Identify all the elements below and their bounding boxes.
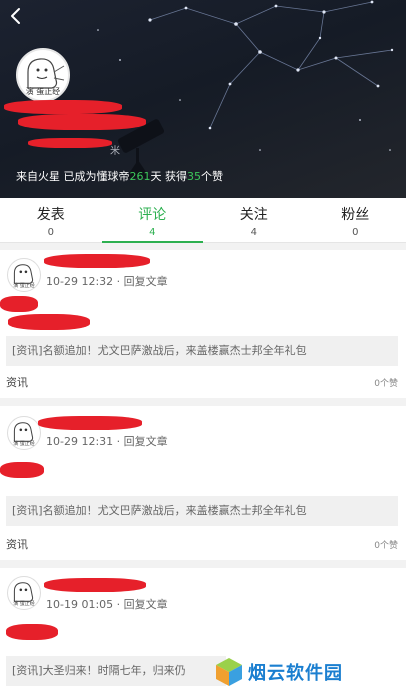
stats-prefix: 来自火星 已成为懂球帝	[16, 170, 130, 183]
redacted-comment-text	[6, 624, 58, 640]
tab-label: 发表	[36, 207, 65, 223]
avatar[interactable]: 演 蛋正经	[7, 416, 41, 450]
redacted-username	[44, 254, 150, 268]
avatar-caption: 演 蛋正经	[13, 441, 35, 447]
avatar-caption: 演 蛋正经	[13, 283, 35, 289]
tab-count: 4	[149, 227, 156, 238]
redacted-comment-text	[0, 296, 38, 312]
comment-card[interactable]: 演 蛋正经 10-29 12:31 · 回复文章 [资讯]名额追加！尤文巴萨激战…	[0, 406, 406, 560]
article-preview[interactable]: [资讯]名额追加！尤文巴萨激战后，来盖楼赢杰士邦全年礼包	[6, 496, 398, 526]
likes-count: 35	[187, 170, 201, 183]
redacted-username	[18, 114, 146, 130]
avatar[interactable]: 演 蛋正经	[7, 576, 41, 610]
tab-following[interactable]: 关注 4	[203, 198, 305, 242]
article-preview[interactable]: [资讯]大圣归来！时隔七年，归来仍	[6, 656, 226, 686]
tab-followers[interactable]: 粉丝 0	[305, 198, 406, 242]
article-preview[interactable]: [资讯]名额追加！尤文巴萨激战后，来盖楼赢杰士邦全年礼包	[6, 336, 398, 366]
profile-tabs: 发表 0 评论 4 关注 4 粉丝 0	[0, 198, 406, 243]
tab-label: 粉丝	[341, 207, 370, 223]
comment-meta: 10-29 12:32 · 回复文章	[46, 275, 168, 288]
likes-unit: 个赞	[201, 170, 223, 183]
comment-meta: 10-29 12:31 · 回复文章	[46, 435, 168, 448]
reply-article-link[interactable]: 回复文章	[124, 275, 168, 288]
days-count: 261	[129, 170, 151, 183]
avatar-caption: 演 蛋正经	[13, 601, 35, 607]
tab-count: 4	[250, 227, 257, 238]
watermark-text: 烟云软件园	[248, 663, 343, 684]
watermark: 烟云软件园	[214, 652, 400, 692]
days-unit: 天 获得	[150, 170, 188, 183]
tab-label: 评论	[138, 207, 167, 223]
redacted-comment-text	[0, 462, 44, 478]
header-tail-text: 米	[110, 146, 120, 157]
redacted-comment-text	[8, 314, 90, 330]
chevron-left-icon[interactable]	[6, 6, 26, 26]
tab-comments[interactable]: 评论 4	[101, 198, 204, 243]
tab-label: 关注	[239, 207, 268, 223]
source-tag: 资讯	[6, 376, 28, 389]
avatar[interactable]: 演 蛋正经	[16, 48, 70, 102]
profile-stats: 来自火星 已成为懂球帝261天 获得35个赞	[16, 168, 223, 184]
redacted-info	[28, 138, 112, 148]
avatar[interactable]: 演 蛋正经	[7, 258, 41, 292]
comment-time: 10-29 12:32	[46, 275, 114, 288]
comment-time: 10-29 12:31	[46, 435, 114, 448]
source-tag: 资讯	[6, 538, 28, 551]
reply-article-link[interactable]: 回复文章	[124, 435, 168, 448]
tab-count: 0	[47, 227, 54, 238]
avatar-caption: 演 蛋正经	[25, 87, 61, 96]
tab-posts[interactable]: 发表 0	[0, 198, 102, 242]
reply-article-link[interactable]: 回复文章	[124, 598, 168, 611]
cube-logo-icon	[216, 658, 242, 686]
profile-header: 演 蛋正经 米 来自火星 已成为懂球帝261天 获得35个赞	[0, 0, 406, 198]
comment-meta: 10-19 01:05 · 回复文章	[46, 598, 168, 611]
redacted-username	[38, 416, 142, 430]
comment-card[interactable]: 演 蛋正经 10-29 12:32 · 回复文章 [资讯]名额追加！尤文巴萨激战…	[0, 250, 406, 398]
redacted-username	[4, 100, 122, 114]
like-count[interactable]: 0个赞	[374, 538, 398, 551]
like-count[interactable]: 0个赞	[374, 376, 398, 389]
tab-count: 0	[352, 227, 359, 238]
comment-time: 10-19 01:05	[46, 598, 114, 611]
redacted-username	[44, 578, 146, 592]
